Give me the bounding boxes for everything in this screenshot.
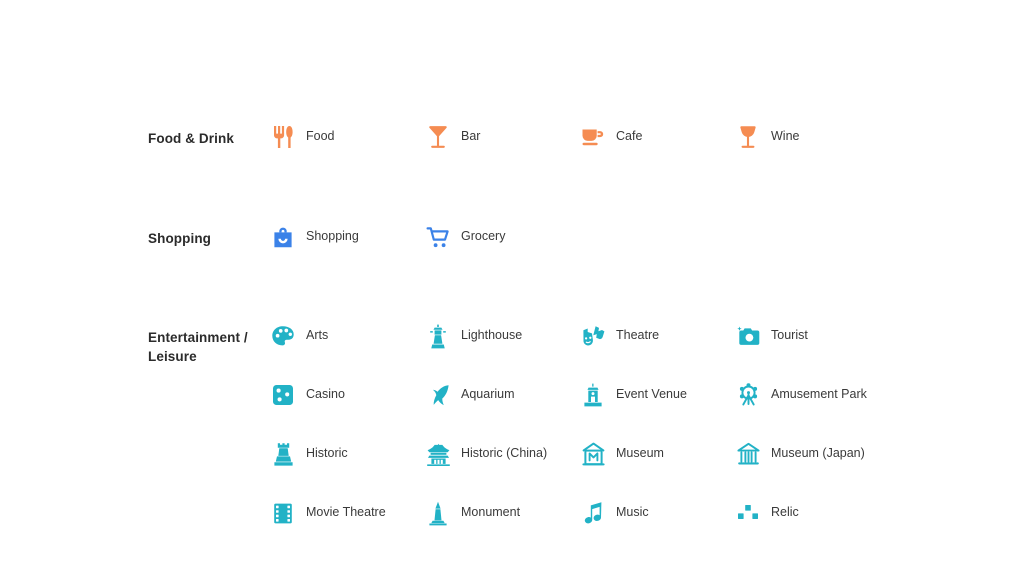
legend-label: Historic (China)	[461, 446, 548, 460]
legend-label: Lighthouse	[461, 328, 523, 342]
ferris-wheel-icon	[735, 382, 761, 408]
icon-row: Shopping Grocery	[270, 218, 928, 258]
legend-label: Monument	[461, 505, 521, 519]
relic-blocks-icon	[735, 500, 761, 526]
category-rows-food-drink: Food Bar Cafe Wine	[270, 118, 928, 158]
legend-item-historic[interactable]: Historic	[270, 435, 425, 475]
camera-sparkle-icon	[735, 323, 761, 349]
legend-label: Wine	[771, 129, 800, 143]
category-food-drink: Food & Drink Food Bar Cafe Wine	[148, 118, 928, 158]
icon-row: Historic Historic (China) Museum Museum …	[270, 435, 928, 494]
legend-label: Museum (Japan)	[771, 446, 865, 460]
castle-tower-icon	[270, 441, 296, 467]
legend-label: Food	[306, 129, 335, 143]
legend-item-music[interactable]: Music	[580, 494, 735, 534]
poi-icon-legend: Food & Drink Food Bar Cafe Wine Shopping…	[148, 118, 928, 534]
wine-glass-icon	[735, 124, 761, 150]
legend-label: Theatre	[616, 328, 660, 342]
pagoda-icon	[425, 441, 451, 467]
legend-label: Shopping	[306, 229, 359, 243]
legend-item-tourist[interactable]: Tourist	[735, 317, 890, 357]
coffee-cup-icon	[580, 124, 606, 150]
legend-label: Event Venue	[616, 387, 687, 401]
legend-label: Arts	[306, 328, 329, 342]
legend-item-monument[interactable]: Monument	[425, 494, 580, 534]
dice-icon	[270, 382, 296, 408]
legend-item-food[interactable]: Food	[270, 118, 425, 158]
shopping-bag-icon	[270, 224, 296, 250]
museum-m-icon	[580, 441, 606, 467]
icon-row: Food Bar Cafe Wine	[270, 118, 928, 158]
category-label-entertainment-leisure: Entertainment / Leisure	[148, 330, 248, 364]
legend-item-arts[interactable]: Arts	[270, 317, 425, 357]
category-label-food-drink: Food & Drink	[148, 131, 234, 146]
legend-label: Relic	[771, 505, 799, 519]
category-rows-entertainment-leisure: Arts Lighthouse Theatre Tourist Casino A…	[270, 317, 928, 534]
event-venue-icon	[580, 382, 606, 408]
legend-item-movie-theatre[interactable]: Movie Theatre	[270, 494, 425, 534]
dolphin-icon	[425, 382, 451, 408]
legend-item-wine[interactable]: Wine	[735, 118, 890, 158]
legend-label: Movie Theatre	[306, 505, 386, 519]
legend-label: Amusement Park	[771, 387, 867, 401]
obelisk-icon	[425, 500, 451, 526]
lighthouse-icon	[425, 323, 451, 349]
icon-row: Arts Lighthouse Theatre Tourist	[270, 317, 928, 376]
legend-label: Cafe	[616, 129, 643, 143]
legend-label: Museum	[616, 446, 664, 460]
legend-item-shopping[interactable]: Shopping	[270, 218, 425, 258]
legend-item-cafe[interactable]: Cafe	[580, 118, 735, 158]
legend-item-grocery[interactable]: Grocery	[425, 218, 580, 258]
legend-label: Aquarium	[461, 387, 515, 401]
legend-label: Historic	[306, 446, 348, 460]
legend-item-theatre[interactable]: Theatre	[580, 317, 735, 357]
legend-item-bar[interactable]: Bar	[425, 118, 580, 158]
legend-item-historic-china[interactable]: Historic (China)	[425, 435, 580, 475]
legend-item-museum[interactable]: Museum	[580, 435, 735, 475]
icon-row: Movie Theatre Monument Music Relic	[270, 494, 928, 534]
legend-item-relic[interactable]: Relic	[735, 494, 890, 534]
legend-label: Bar	[461, 129, 481, 143]
icon-row: Casino Aquarium Event Venue Amusement Pa…	[270, 376, 928, 435]
legend-item-lighthouse[interactable]: Lighthouse	[425, 317, 580, 357]
shopping-cart-icon	[425, 224, 451, 250]
legend-item-aquarium[interactable]: Aquarium	[425, 376, 580, 416]
legend-label: Casino	[306, 387, 345, 401]
category-rows-shopping: Shopping Grocery	[270, 218, 928, 258]
cocktail-glass-icon	[425, 124, 451, 150]
fork-knife-icon	[270, 124, 296, 150]
music-note-icon	[580, 500, 606, 526]
legend-item-museum-japan[interactable]: Museum (Japan)	[735, 435, 890, 475]
film-strip-icon	[270, 500, 296, 526]
legend-item-amusement-park[interactable]: Amusement Park	[735, 376, 890, 416]
category-label-shopping: Shopping	[148, 231, 212, 246]
category-shopping: Shopping Shopping Grocery	[148, 218, 928, 258]
legend-label: Tourist	[771, 328, 808, 342]
legend-label: Grocery	[461, 229, 506, 243]
museum-columns-icon	[735, 441, 761, 467]
paint-palette-icon	[270, 323, 296, 349]
legend-item-casino[interactable]: Casino	[270, 376, 425, 416]
legend-item-event-venue[interactable]: Event Venue	[580, 376, 735, 416]
category-entertainment-leisure: Entertainment / Leisure Arts Lighthouse …	[148, 317, 928, 534]
legend-label: Music	[616, 505, 649, 519]
theatre-masks-icon	[580, 323, 606, 349]
